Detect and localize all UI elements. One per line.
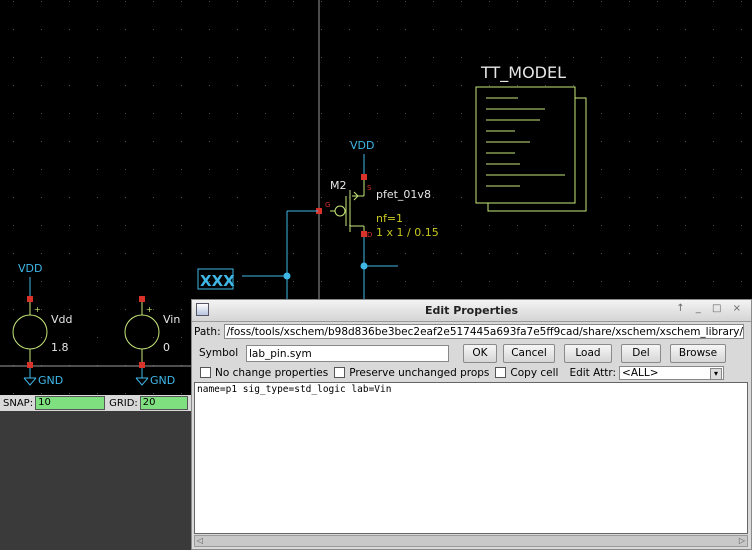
symbol-row: Symbol lab_pin.sym OK Cancel Load Del Br… [194,342,750,364]
dialog-title: Edit Properties [424,304,519,317]
source-name: Vdd [51,313,73,326]
svg-text:nf=1: nf=1 [376,212,403,225]
ok-button[interactable]: OK [463,343,497,363]
svg-text:VDD: VDD [18,262,42,275]
dropdown-arrow-icon: ▾ [710,367,723,380]
load-button[interactable]: Load [564,343,612,363]
tt-model-label: TT_MODEL [480,63,566,83]
junction-dot [283,272,291,280]
symbol-label: Symbol [199,347,239,359]
del-button[interactable]: Del [621,343,661,363]
lab-pin-xxx[interactable]: XXX [197,268,235,290]
svg-text:G: G [325,201,330,209]
path-row: Path: /foss/tools/xschem/b98d836be3bec2e… [194,323,744,340]
svg-text:+: + [34,305,41,314]
svg-text:GND: GND [38,374,63,387]
path-field[interactable]: /foss/tools/xschem/b98d836be3bec2eaf2e51… [223,324,744,339]
preserve-label: Preserve unchanged props [349,366,490,379]
svg-text:pfet_01v8: pfet_01v8 [376,188,431,201]
snap-label: SNAP: [3,397,34,409]
edit-attr-select[interactable]: <ALL> ▾ [619,365,725,380]
source-name: Vin [163,313,180,326]
properties-textarea[interactable]: name=p1 sig_type=std_logic lab=Vin [194,382,748,534]
no-change-checkbox[interactable] [200,367,211,378]
status-bar: SNAP: 10 GRID: 20 [0,395,200,411]
source-value: 0 [163,341,170,354]
svg-text:M2: M2 [330,179,347,192]
symbol-input[interactable]: lab_pin.sym [246,344,449,362]
edit-attr-label: Edit Attr: [569,366,617,379]
edit-attr-value: <ALL> [622,366,659,379]
snap-field[interactable]: 10 [35,396,106,410]
window-control-buttons[interactable]: ↑ _ □ × [676,303,745,314]
source-value: 1.8 [51,341,69,354]
no-change-label: No change properties [215,366,329,379]
svg-text:1 x 1 / 0.15: 1 x 1 / 0.15 [376,226,439,239]
svg-text:GND: GND [150,374,175,387]
cancel-button[interactable]: Cancel [503,343,555,363]
grid-field[interactable]: 20 [139,396,188,410]
edit-properties-dialog: Edit Properties ↑ _ □ × Path: /foss/tool… [191,299,752,550]
browse-button[interactable]: Browse [670,343,726,363]
scroll-left-icon[interactable]: ◁ [195,536,205,546]
svg-text:+: + [146,305,153,314]
svg-text:VDD: VDD [350,139,374,152]
svg-text:D: D [367,231,372,239]
options-row: No change properties Preserve unchanged … [194,365,750,380]
grid-label: GRID: [109,397,138,409]
preserve-checkbox[interactable] [334,367,346,378]
svg-text:S: S [367,184,372,192]
svg-text:XXX: XXX [200,272,235,290]
junction-dot [360,262,368,270]
copy-cell-label: Copy cell [510,366,559,379]
copy-cell-checkbox[interactable] [495,367,507,378]
scroll-right-icon[interactable]: ▷ [737,536,747,546]
horizontal-scrollbar[interactable]: ◁ ▷ [194,535,748,547]
dialog-titlebar[interactable]: Edit Properties ↑ _ □ × [192,300,751,322]
path-label: Path: [194,325,221,338]
